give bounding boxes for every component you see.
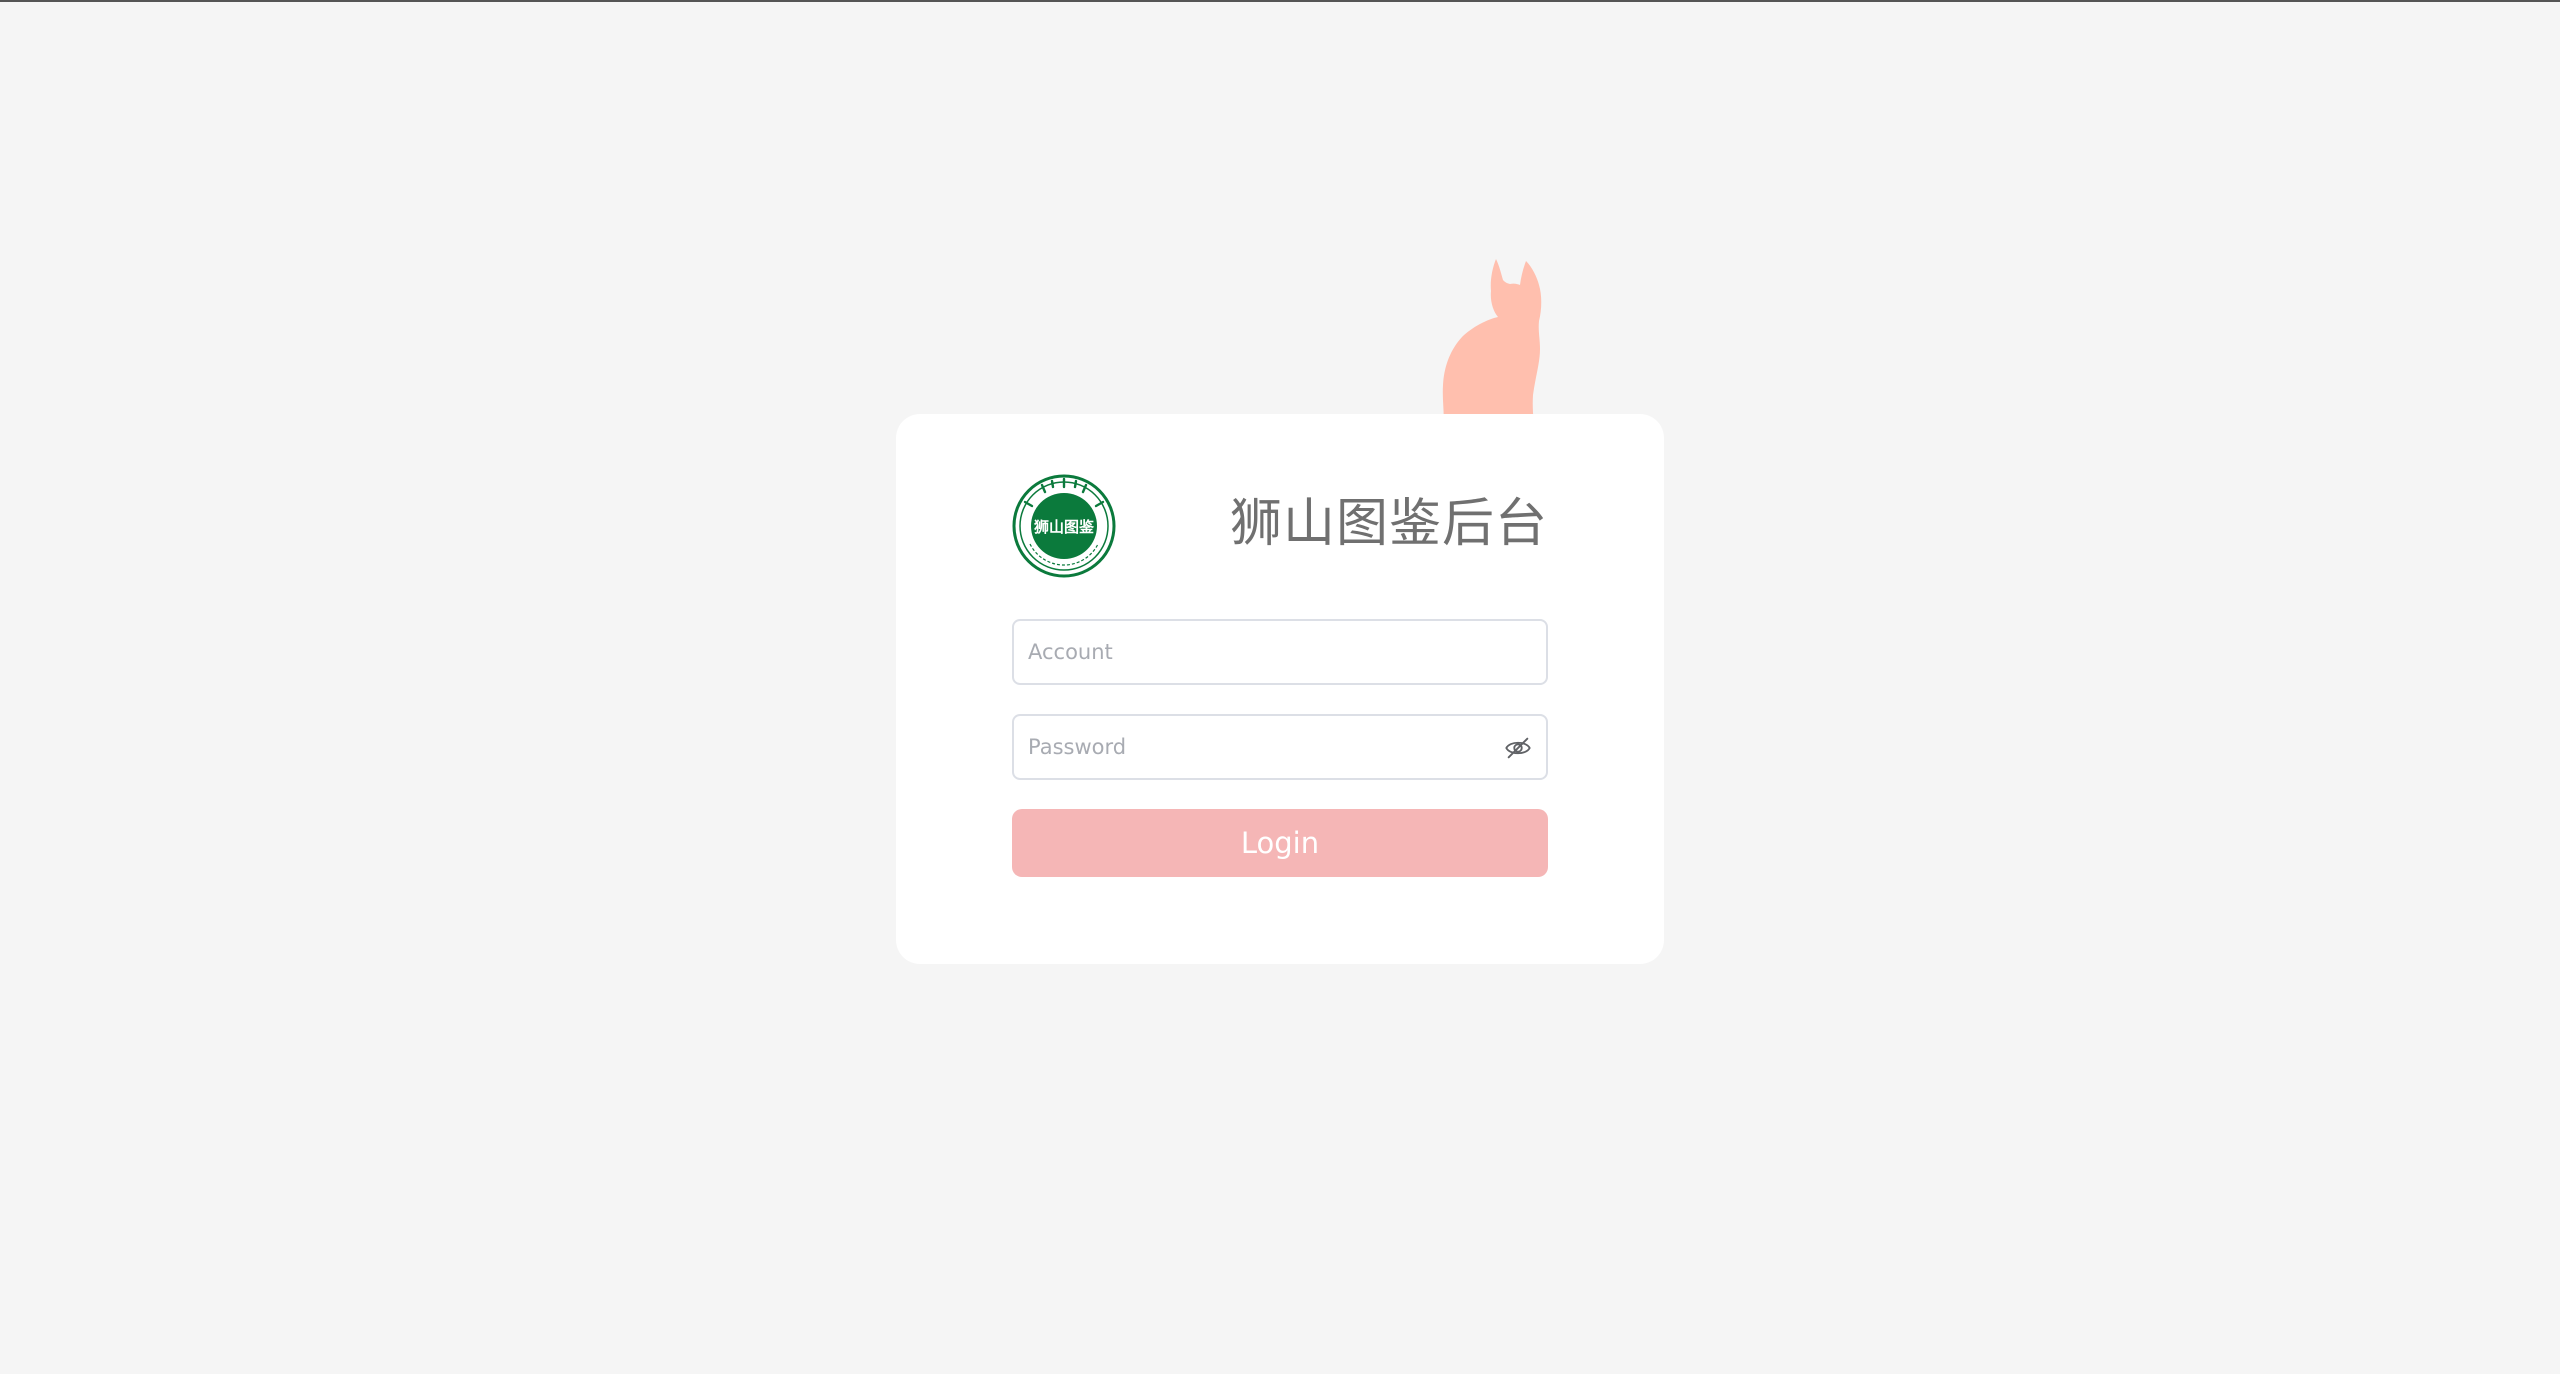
shishan-emblem-icon: 狮山图鉴: [1012, 474, 1116, 578]
page-title: 狮山图鉴后台: [1229, 494, 1548, 554]
password-input[interactable]: [1028, 716, 1508, 778]
eye-off-icon[interactable]: [1504, 734, 1532, 762]
logo-text: 狮山图鉴: [1033, 518, 1095, 536]
login-button[interactable]: Login: [1012, 809, 1548, 877]
login-card: 狮山图鉴 狮山图鉴后台 Login: [896, 414, 1664, 964]
account-field: [1012, 619, 1548, 685]
window-top-border: [0, 0, 2560, 2]
password-field: [1012, 714, 1548, 780]
account-input[interactable]: [1028, 621, 1508, 683]
